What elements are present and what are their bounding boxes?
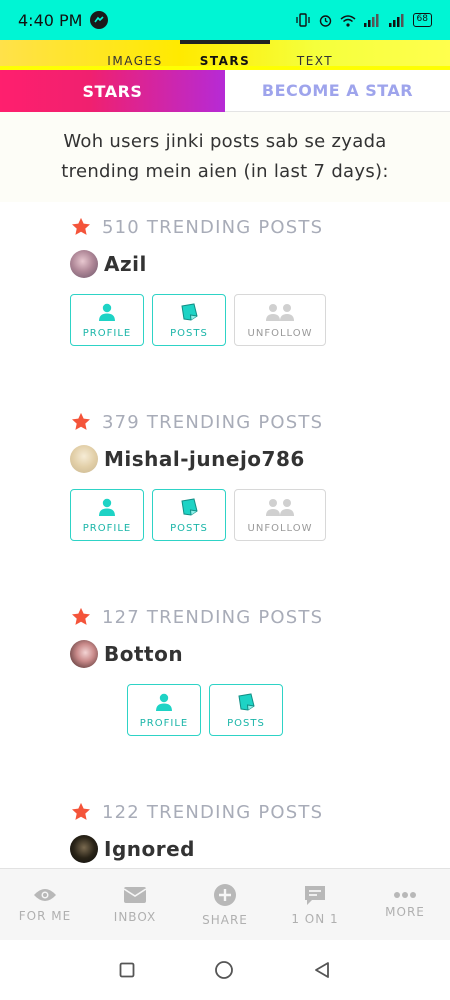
star-icon xyxy=(72,217,90,235)
username[interactable]: Ignored xyxy=(104,837,195,861)
top-tabs: IMAGES STARS TEXT xyxy=(0,40,450,70)
chat-icon xyxy=(305,885,325,905)
eye-icon xyxy=(34,888,56,901)
star-icon xyxy=(72,802,90,820)
person-icon xyxy=(156,693,172,711)
intro-text: Woh users jinki posts sab se zyada trend… xyxy=(0,112,450,202)
star-icon xyxy=(72,412,90,430)
status-icons: 68 xyxy=(295,13,432,28)
recents-icon[interactable] xyxy=(119,962,135,978)
nav-1-on-1[interactable]: 1 ON 1 xyxy=(270,869,360,940)
tab-stars[interactable]: STARS xyxy=(180,40,270,70)
subtab-stars[interactable]: STARS xyxy=(0,70,225,112)
trending-count: 127 TRENDING POSTS xyxy=(102,606,324,628)
signal-icon-1 xyxy=(363,13,379,27)
app-notification-icon xyxy=(90,11,109,29)
wifi-icon xyxy=(340,14,356,27)
trending-count: 379 TRENDING POSTS xyxy=(102,411,324,433)
nav-for-me[interactable]: FOR ME xyxy=(0,869,90,940)
alarm-icon xyxy=(319,14,331,27)
trending-count: 510 TRENDING POSTS xyxy=(102,216,324,238)
avatar[interactable] xyxy=(70,445,98,473)
unfollow-button[interactable]: UNFOLLOW xyxy=(234,294,326,346)
status-bar: 4:40 PM 68 xyxy=(0,0,450,40)
username[interactable]: Azil xyxy=(104,252,147,276)
sub-tabs: STARS BECOME A STAR xyxy=(0,70,450,112)
person-icon xyxy=(99,303,115,321)
avatar[interactable] xyxy=(70,640,98,668)
username[interactable]: Botton xyxy=(104,642,183,666)
plus-circle-icon xyxy=(214,883,236,906)
person-icon xyxy=(99,498,115,516)
sticky-note-icon xyxy=(181,497,198,516)
users-icon xyxy=(266,498,294,516)
users-icon xyxy=(266,303,294,321)
profile-button[interactable]: PROFILE xyxy=(70,489,144,541)
status-time: 4:40 PM xyxy=(18,10,83,30)
star-entry: 379 TRENDING POSTS Mishal-junejo786 PROF… xyxy=(70,411,400,541)
profile-button[interactable]: PROFILE xyxy=(70,294,144,346)
nav-more[interactable]: MORE xyxy=(360,869,450,940)
back-icon[interactable] xyxy=(313,961,331,979)
star-entry: 510 TRENDING POSTS Azil PROFILE POSTS UN… xyxy=(70,216,400,346)
more-dots-icon xyxy=(394,891,416,898)
unfollow-button[interactable]: UNFOLLOW xyxy=(234,489,326,541)
home-icon[interactable] xyxy=(214,960,234,980)
signal-icon-2 xyxy=(388,13,404,27)
username[interactable]: Mishal-junejo786 xyxy=(104,447,305,471)
envelope-icon xyxy=(123,886,147,903)
header: IMAGES STARS TEXT STARS BECOME A STAR xyxy=(0,40,450,112)
star-entry: 122 TRENDING POSTS Ignored xyxy=(70,801,400,863)
avatar[interactable] xyxy=(70,250,98,278)
profile-button[interactable]: PROFILE xyxy=(127,684,201,736)
posts-button[interactable]: POSTS xyxy=(152,294,226,346)
posts-button[interactable]: POSTS xyxy=(152,489,226,541)
posts-button[interactable]: POSTS xyxy=(209,684,283,736)
bottom-nav: FOR ME INBOX SHARE 1 ON 1 MORE xyxy=(0,868,450,940)
trending-count: 122 TRENDING POSTS xyxy=(102,801,324,823)
battery-indicator: 68 xyxy=(412,13,432,27)
star-icon xyxy=(72,607,90,625)
sticky-note-icon xyxy=(238,692,255,711)
star-entry: 127 TRENDING POSTS Botton PROFILE POSTS xyxy=(70,606,400,736)
subtab-become-a-star[interactable]: BECOME A STAR xyxy=(225,70,450,112)
system-nav-bar xyxy=(0,940,450,1000)
sticky-note-icon xyxy=(181,302,198,321)
tab-text[interactable]: TEXT xyxy=(270,40,360,70)
tab-images[interactable]: IMAGES xyxy=(90,40,180,70)
avatar[interactable] xyxy=(70,835,98,863)
nav-inbox[interactable]: INBOX xyxy=(90,869,180,940)
nav-share[interactable]: SHARE xyxy=(180,869,270,940)
vibrate-icon xyxy=(295,13,310,27)
